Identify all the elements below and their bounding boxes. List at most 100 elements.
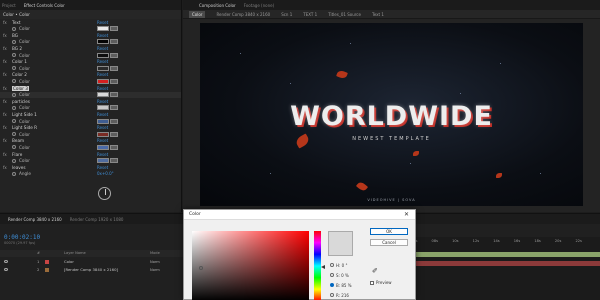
- layer-label-color[interactable]: [45, 259, 49, 264]
- color-swatch[interactable]: [97, 39, 109, 45]
- property-row[interactable]: Color: [0, 39, 181, 45]
- eyedropper-icon[interactable]: [110, 131, 118, 137]
- radio-button[interactable]: [330, 273, 334, 277]
- stopwatch-icon[interactable]: [12, 119, 16, 123]
- layer-bar-2[interactable]: [407, 261, 600, 266]
- dialog-titlebar[interactable]: Color ✕: [184, 210, 415, 220]
- property-row[interactable]: Color: [0, 65, 181, 71]
- fx-toggle-icon[interactable]: fx: [3, 152, 7, 157]
- effect-row[interactable]: fx Beam Reset: [0, 138, 181, 144]
- timeline-layer-row[interactable]: 2 [Render Comp 3840 x 2160] Norm: [0, 266, 183, 273]
- layer-mode[interactable]: Norm: [150, 268, 160, 272]
- effect-row[interactable]: fx particles Reset: [0, 98, 181, 104]
- fx-toggle-icon[interactable]: fx: [3, 46, 7, 51]
- subtab-text-1b[interactable]: Text 1: [372, 12, 384, 17]
- subtab-titles-source[interactable]: Titles_01 Source: [328, 12, 361, 17]
- stopwatch-icon[interactable]: [12, 92, 16, 97]
- reset-link[interactable]: Reset: [97, 152, 108, 157]
- eyedropper-icon[interactable]: [110, 26, 118, 32]
- tab-render-comp-hd[interactable]: Render Comp 1920 x 1080: [70, 217, 124, 222]
- color-swatch[interactable]: [97, 131, 109, 137]
- color-handle[interactable]: [199, 266, 203, 270]
- stopwatch-icon[interactable]: [12, 105, 16, 110]
- stopwatch-icon[interactable]: [12, 53, 16, 57]
- visibility-eye-icon[interactable]: [4, 267, 8, 271]
- property-row[interactable]: Color: [0, 26, 181, 32]
- reset-link[interactable]: Reset: [97, 86, 108, 91]
- eyedropper-icon[interactable]: [110, 39, 118, 45]
- fx-toggle-icon[interactable]: fx: [3, 125, 7, 130]
- hsb-value[interactable]: B: 85 %: [336, 283, 352, 288]
- eyedropper-icon[interactable]: [110, 65, 118, 71]
- stopwatch-icon[interactable]: [12, 171, 16, 176]
- effect-row[interactable]: fx Color 3 Reset: [0, 85, 181, 91]
- tab-effect-controls[interactable]: Effect Controls Color: [24, 3, 65, 8]
- fx-toggle-icon[interactable]: fx: [3, 20, 7, 25]
- fx-toggle-icon[interactable]: fx: [3, 99, 7, 104]
- fx-toggle-icon[interactable]: fx: [3, 33, 7, 38]
- stopwatch-icon[interactable]: [12, 132, 16, 137]
- color-swatch[interactable]: [97, 118, 109, 124]
- eyedropper-icon[interactable]: [110, 118, 118, 124]
- fx-toggle-icon[interactable]: fx: [3, 86, 7, 91]
- subtab-scn-1[interactable]: Scn 1: [281, 12, 292, 17]
- property-row[interactable]: Color: [0, 52, 181, 58]
- radio-button[interactable]: [330, 293, 334, 297]
- hue-slider-arrow[interactable]: [321, 265, 325, 269]
- property-row[interactable]: Color: [0, 158, 181, 164]
- tab-composition[interactable]: Composition Color: [199, 3, 236, 8]
- timeline-layer-row[interactable]: 1 Color Norm: [0, 258, 183, 265]
- hsb-option[interactable]: H: 0 °: [330, 262, 347, 268]
- stopwatch-icon[interactable]: [12, 26, 16, 31]
- ok-button[interactable]: OK: [370, 228, 408, 235]
- tab-footage[interactable]: Footage (none): [244, 3, 274, 8]
- fx-toggle-icon[interactable]: fx: [3, 165, 7, 170]
- cancel-button[interactable]: Cancel: [370, 239, 408, 246]
- effect-row[interactable]: fx Flare Reset: [0, 151, 181, 157]
- stopwatch-icon[interactable]: [12, 79, 16, 84]
- stopwatch-icon[interactable]: [12, 39, 16, 44]
- effect-row[interactable]: fx Text Reset: [0, 19, 181, 25]
- property-row[interactable]: Color: [0, 131, 181, 137]
- tab-render-comp-4k[interactable]: Render Comp 3840 x 2160: [8, 217, 62, 222]
- effect-row[interactable]: fx BG 2 Reset: [0, 45, 181, 51]
- eyedropper-icon[interactable]: [110, 105, 118, 111]
- color-swatch[interactable]: [97, 78, 109, 84]
- effect-row[interactable]: fx BG Reset: [0, 32, 181, 38]
- color-swatch[interactable]: [97, 158, 109, 164]
- reset-link[interactable]: Reset: [97, 72, 108, 77]
- close-icon[interactable]: ✕: [404, 211, 409, 218]
- hsb-option[interactable]: R: 216: [330, 292, 349, 298]
- fx-toggle-icon[interactable]: fx: [3, 112, 7, 117]
- reset-link[interactable]: Reset: [97, 46, 108, 51]
- stopwatch-icon[interactable]: [12, 158, 16, 163]
- reset-link[interactable]: Reset: [97, 99, 108, 104]
- property-row[interactable]: Color: [0, 144, 181, 150]
- property-row[interactable]: Color: [0, 91, 181, 98]
- reset-link[interactable]: Reset: [97, 138, 108, 143]
- property-row[interactable]: Color: [0, 78, 181, 84]
- radio-button[interactable]: [330, 283, 334, 287]
- angle-dial[interactable]: [98, 187, 111, 200]
- effect-row[interactable]: fx Color 1 Reset: [0, 59, 181, 65]
- property-row[interactable]: Color: [0, 105, 181, 111]
- color-swatch[interactable]: [97, 144, 109, 150]
- eyedropper-icon[interactable]: [110, 158, 118, 164]
- hsb-value[interactable]: S: 0 %: [336, 273, 349, 278]
- hsb-value[interactable]: R: 216: [336, 293, 349, 298]
- color-swatch[interactable]: [97, 26, 109, 32]
- property-row[interactable]: Angle 0x+0.0°: [0, 171, 181, 177]
- fx-toggle-icon[interactable]: fx: [3, 72, 7, 77]
- reset-link[interactable]: Reset: [97, 125, 108, 130]
- effect-row[interactable]: fx leaves Reset: [0, 164, 181, 170]
- radio-button[interactable]: [330, 263, 334, 267]
- fx-toggle-icon[interactable]: fx: [3, 59, 7, 64]
- reset-link[interactable]: Reset: [97, 112, 108, 117]
- hsb-option[interactable]: B: 85 %: [330, 282, 352, 288]
- layer-mode[interactable]: Norm: [150, 260, 160, 264]
- tab-project[interactable]: Project: [2, 3, 16, 8]
- color-swatch[interactable]: [97, 105, 109, 111]
- reset-link[interactable]: Reset: [97, 59, 108, 64]
- column-layer-name[interactable]: Layer Name: [64, 251, 86, 255]
- eyedropper-icon[interactable]: [110, 78, 118, 84]
